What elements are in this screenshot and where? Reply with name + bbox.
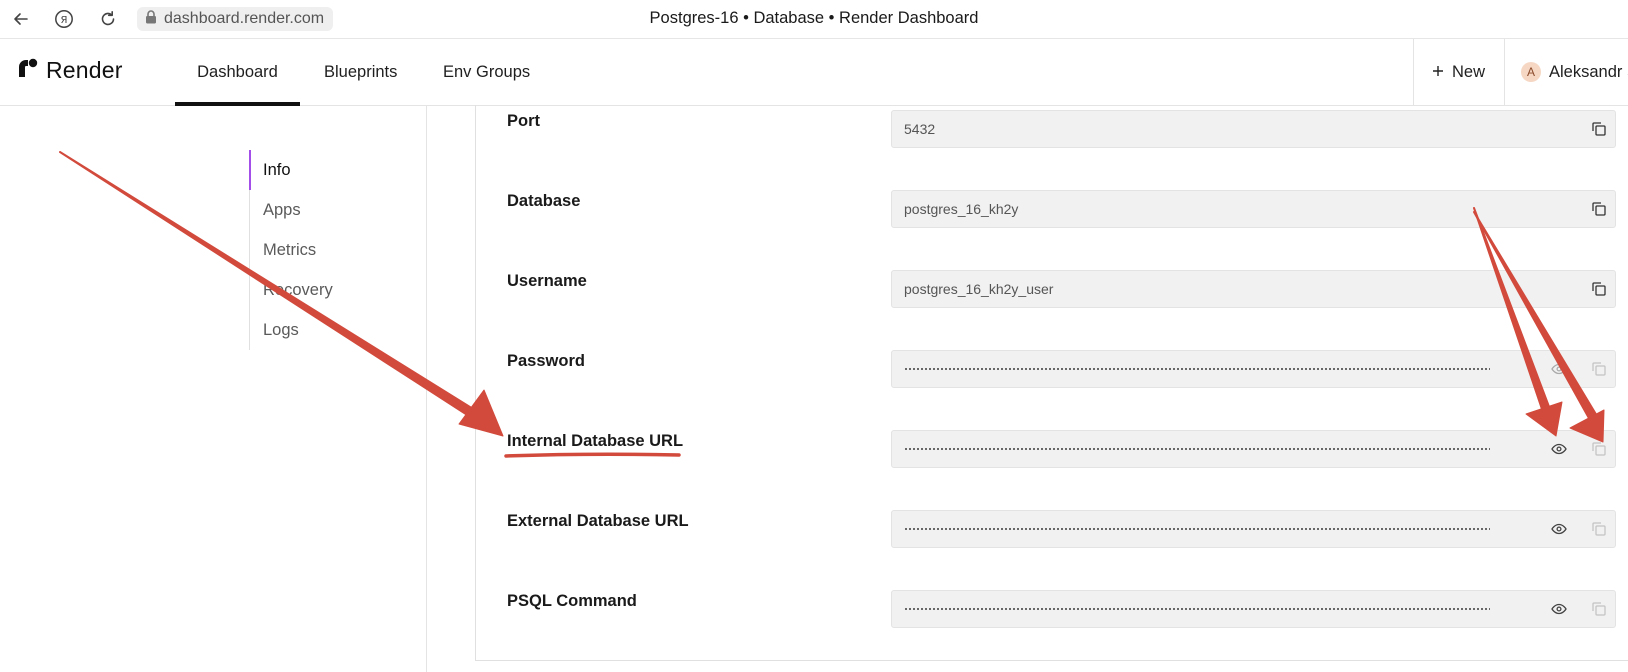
port-field[interactable]: 5432 xyxy=(891,110,1616,148)
database-field[interactable]: postgres_16_kh2y xyxy=(891,190,1616,228)
user-name: Aleksandr S xyxy=(1549,62,1628,81)
external-database-url-field[interactable] xyxy=(891,510,1616,548)
username-value: postgres_16_kh2y_user xyxy=(904,281,1054,297)
field-label-port: Port xyxy=(507,112,540,130)
masked-value xyxy=(904,448,1490,450)
port-value: 5432 xyxy=(904,121,936,137)
field-label-psql-command: PSQL Command xyxy=(507,592,637,610)
nav-tab-dashboard[interactable]: Dashboard xyxy=(175,39,300,106)
copy-icon[interactable] xyxy=(1590,440,1608,458)
copy-icon[interactable] xyxy=(1590,360,1608,378)
header-divider xyxy=(1413,39,1414,105)
eye-icon[interactable] xyxy=(1550,360,1568,378)
logo-text: Render xyxy=(46,57,123,83)
page-tab-title: Postgres-16 • Database • Render Dashboar… xyxy=(649,9,979,27)
render-logo-icon xyxy=(16,57,38,84)
browser-toolbar: Я dashboard.render.com Postgres-16 • Dat… xyxy=(0,0,1628,39)
internal-database-url-field[interactable] xyxy=(891,430,1616,468)
nav-tab-blueprints[interactable]: Blueprints xyxy=(324,39,397,105)
plus-icon xyxy=(1432,63,1444,82)
eye-icon[interactable] xyxy=(1550,520,1568,538)
username-field[interactable]: postgres_16_kh2y_user xyxy=(891,270,1616,308)
eye-icon[interactable] xyxy=(1550,600,1568,618)
copy-icon[interactable] xyxy=(1590,600,1608,618)
copy-icon[interactable] xyxy=(1590,280,1608,298)
nav-tab-env-groups[interactable]: Env Groups xyxy=(443,39,530,105)
psql-command-field[interactable] xyxy=(891,590,1616,628)
database-subnav: Info Apps Metrics Recovery Logs xyxy=(249,150,419,350)
copy-icon[interactable] xyxy=(1590,200,1608,218)
user-menu[interactable]: A Aleksandr S xyxy=(1521,39,1628,105)
copy-icon[interactable] xyxy=(1590,520,1608,538)
subnav-item-apps[interactable]: Apps xyxy=(249,190,409,230)
copy-icon[interactable] xyxy=(1590,120,1608,138)
masked-value xyxy=(904,608,1490,610)
header-divider xyxy=(1504,39,1505,105)
avatar: A xyxy=(1521,62,1541,82)
password-field[interactable] xyxy=(891,350,1616,388)
field-label-internal-database-url: Internal Database URL xyxy=(507,432,684,450)
field-label-external-database-url: External Database URL xyxy=(507,512,689,530)
field-label-password: Password xyxy=(507,352,585,370)
masked-value xyxy=(904,368,1490,370)
subnav-item-info[interactable]: Info xyxy=(249,150,409,190)
sidebar-divider xyxy=(426,105,427,672)
new-button[interactable]: New xyxy=(1432,39,1485,105)
subnav-item-logs[interactable]: Logs xyxy=(249,310,409,350)
subnav-item-recovery[interactable]: Recovery xyxy=(249,270,409,310)
subnav-item-metrics[interactable]: Metrics xyxy=(249,230,409,270)
field-label-database: Database xyxy=(507,192,581,210)
database-value: postgres_16_kh2y xyxy=(904,201,1019,217)
app-header: Render Dashboard Blueprints Env Groups N… xyxy=(0,39,1628,106)
field-label-username: Username xyxy=(507,272,587,290)
masked-value xyxy=(904,528,1490,530)
eye-icon[interactable] xyxy=(1550,440,1568,458)
render-logo[interactable]: Render xyxy=(16,57,123,84)
